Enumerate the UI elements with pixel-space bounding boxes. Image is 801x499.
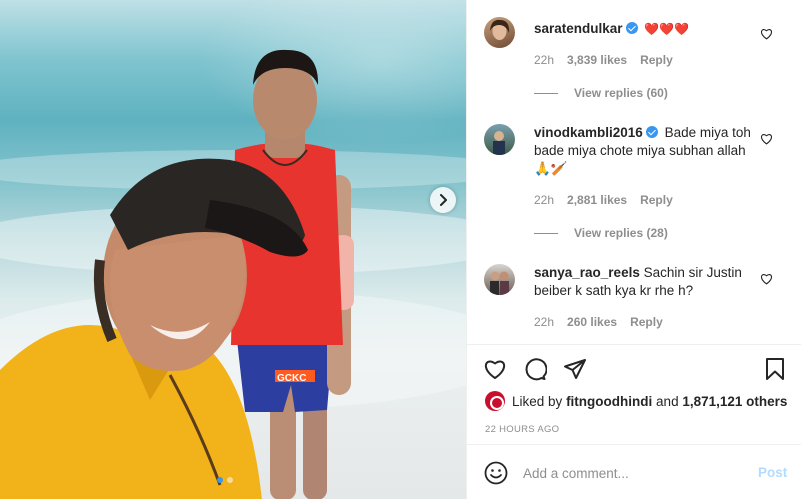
carousel-indicator	[217, 477, 233, 483]
comment-input[interactable]	[523, 459, 743, 487]
liked-by-user[interactable]: fitngoodhindi	[566, 394, 652, 409]
heart-outline-icon[interactable]	[483, 357, 507, 381]
reply-button[interactable]: Reply	[640, 53, 673, 67]
comment-bubble-icon[interactable]	[523, 357, 547, 381]
carousel-dot	[227, 477, 233, 483]
post-timestamp[interactable]: 22 HOURS AGO	[485, 424, 559, 435]
comment-body: saratendulkar ❤️❤️❤️	[534, 20, 759, 38]
replies-divider	[534, 92, 558, 94]
heart-outline-icon[interactable]	[760, 28, 773, 40]
carousel-dot	[217, 477, 223, 483]
view-replies-button[interactable]: View replies (60)	[534, 86, 668, 100]
verified-badge-icon	[625, 22, 638, 34]
paper-plane-icon[interactable]	[563, 357, 587, 381]
likes-summary: Liked by fitngoodhindi and 1,871,121 oth…	[485, 391, 787, 411]
reply-button[interactable]: Reply	[640, 193, 673, 207]
comment-username[interactable]: sanya_rao_reels	[534, 265, 640, 280]
comment-username[interactable]: saratendulkar	[534, 21, 623, 36]
smiley-icon[interactable]	[484, 461, 508, 485]
post-actions-section: Liked by fitngoodhindi and 1,871,121 oth…	[467, 344, 801, 444]
comment-likes[interactable]: 260 likes	[567, 315, 617, 329]
post-comment-button[interactable]: Post	[758, 465, 787, 480]
verified-badge-icon	[645, 126, 658, 138]
chevron-right-icon	[440, 194, 447, 206]
liked-by-joiner: and	[656, 393, 679, 409]
comments-list[interactable]: saratendulkar ❤️❤️❤️ 22h 3,839 likes Rep…	[467, 0, 801, 344]
avatar[interactable]	[484, 17, 515, 48]
add-comment-form: Post	[467, 444, 801, 499]
view-replies-button[interactable]: View replies (28)	[534, 226, 668, 240]
liked-by-prefix: Liked by	[512, 393, 563, 409]
heart-outline-icon[interactable]	[760, 273, 773, 285]
post-side-panel: saratendulkar ❤️❤️❤️ 22h 3,839 likes Rep…	[466, 0, 801, 499]
post-photo[interactable]: GCKC	[0, 0, 466, 499]
comment-body: sanya_rao_reels Sachin sir Justin beiber…	[534, 264, 759, 300]
comment-meta: 22h 3,839 likes Reply	[534, 53, 673, 67]
avatar[interactable]	[484, 264, 515, 295]
carousel-next-button[interactable]	[430, 187, 456, 213]
comment-text: ❤️❤️❤️	[644, 22, 690, 36]
comment-time[interactable]: 22h	[534, 193, 554, 207]
comment-time[interactable]: 22h	[534, 53, 554, 67]
avatar[interactable]	[484, 124, 515, 155]
selfie-man-figure	[0, 158, 308, 499]
view-replies-label: View replies (60)	[574, 86, 668, 100]
reply-button[interactable]: Reply	[630, 315, 663, 329]
heart-outline-icon[interactable]	[760, 133, 773, 145]
comment-username[interactable]: vinodkambli2016	[534, 125, 643, 140]
comment-likes[interactable]: 2,881 likes	[567, 193, 627, 207]
avatar[interactable]	[485, 391, 505, 411]
comment-likes[interactable]: 3,839 likes	[567, 53, 627, 67]
view-replies-label: View replies (28)	[574, 226, 668, 240]
bookmark-icon[interactable]	[763, 357, 787, 381]
comment-time[interactable]: 22h	[534, 315, 554, 329]
comment-meta: 22h 2,881 likes Reply	[534, 193, 673, 207]
comment-meta: 22h 260 likes Reply	[534, 315, 663, 329]
liked-by-others[interactable]: 1,871,121 others	[682, 394, 787, 409]
replies-divider	[534, 232, 558, 234]
comment-body: vinodkambli2016 Bade miya toh bade miya …	[534, 124, 759, 178]
